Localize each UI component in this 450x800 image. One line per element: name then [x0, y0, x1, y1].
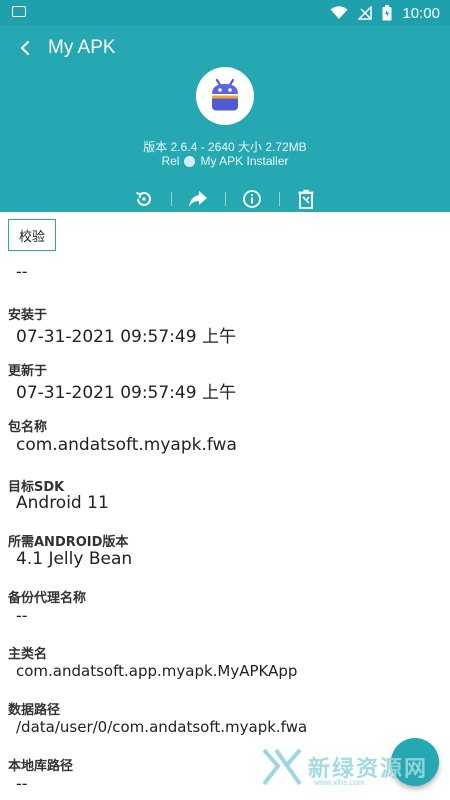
- installer-dot-icon: [184, 155, 196, 167]
- detail-label-installed: 安装于: [8, 308, 48, 323]
- detail-label-data-path: 数据路径: [8, 703, 61, 718]
- battery-charging-icon: [382, 5, 392, 21]
- detail-value-package: com.andatsoft.myapk.fwa: [16, 435, 237, 455]
- watermark-sub: www.xlhs.com: [314, 778, 365, 787]
- status-icons: 10:00: [330, 3, 440, 23]
- toolbar-divider: [224, 192, 226, 206]
- detail-label-min-android: 所需ANDROID版本: [8, 535, 129, 550]
- detail-label-updated: 更新于: [8, 364, 48, 379]
- detail-label-main-class: 主类名: [8, 647, 48, 662]
- share-button[interactable]: [184, 186, 212, 212]
- share-icon: [189, 191, 207, 207]
- watermark: 新绿资源网 www.xlhs.com: [262, 748, 428, 787]
- restore-icon: [136, 191, 151, 206]
- back-button[interactable]: [14, 36, 36, 60]
- toolbar-divider: [278, 192, 280, 206]
- app-header: My APK 版本 2.6.4 - 2640 大小 2.72MB Rel My …: [0, 26, 450, 212]
- uninstall-icon: [298, 189, 314, 209]
- restore-button[interactable]: [130, 186, 158, 212]
- detail-value-installed: 07-31-2021 09:57:49 上午: [16, 327, 236, 347]
- installer-info: Rel My APK Installer: [0, 154, 450, 168]
- detail-label-native-lib: 本地库路径: [8, 759, 74, 774]
- action-toolbar: [130, 186, 320, 212]
- detail-value-updated: 07-31-2021 09:57:49 上午: [16, 383, 236, 403]
- release-label: Rel: [161, 154, 180, 168]
- detail-label-backup-agent: 备份代理名称: [8, 591, 87, 606]
- status-time: 10:00: [402, 4, 440, 22]
- detail-label-package: 包名称: [8, 420, 48, 435]
- detail-value-native-lib: --: [16, 774, 28, 793]
- detail-value-data-path: /data/user/0/com.andatsoft.myapk.fwa: [16, 718, 308, 736]
- wifi-icon: [330, 6, 348, 19]
- toolbar-divider: [170, 192, 172, 206]
- info-icon: [243, 190, 261, 208]
- detail-value-min-android: 4.1 Jelly Bean: [16, 549, 133, 569]
- android-icon: [212, 78, 238, 111]
- info-button[interactable]: [238, 186, 266, 212]
- verify-value: --: [16, 262, 28, 281]
- version-info: 版本 2.6.4 - 2640 大小 2.72MB: [143, 140, 307, 154]
- app-icon: [196, 67, 254, 125]
- detail-value-backup-agent: --: [16, 606, 28, 625]
- verify-button[interactable]: 校验: [8, 219, 56, 251]
- uninstall-button[interactable]: [292, 186, 320, 212]
- detail-value-main-class: com.andatsoft.app.myapk.MyAPKApp: [16, 662, 298, 680]
- watermark-logo-icon: [262, 748, 302, 786]
- installer-name: My APK Installer: [200, 154, 289, 168]
- image-icon: [12, 6, 26, 17]
- status-bar: 10:00: [0, 0, 450, 26]
- detail-value-target-sdk: Android 11: [16, 493, 109, 513]
- signal-icon: [358, 6, 373, 20]
- chevron-left-icon: [20, 40, 30, 56]
- page-title: My APK: [48, 37, 116, 58]
